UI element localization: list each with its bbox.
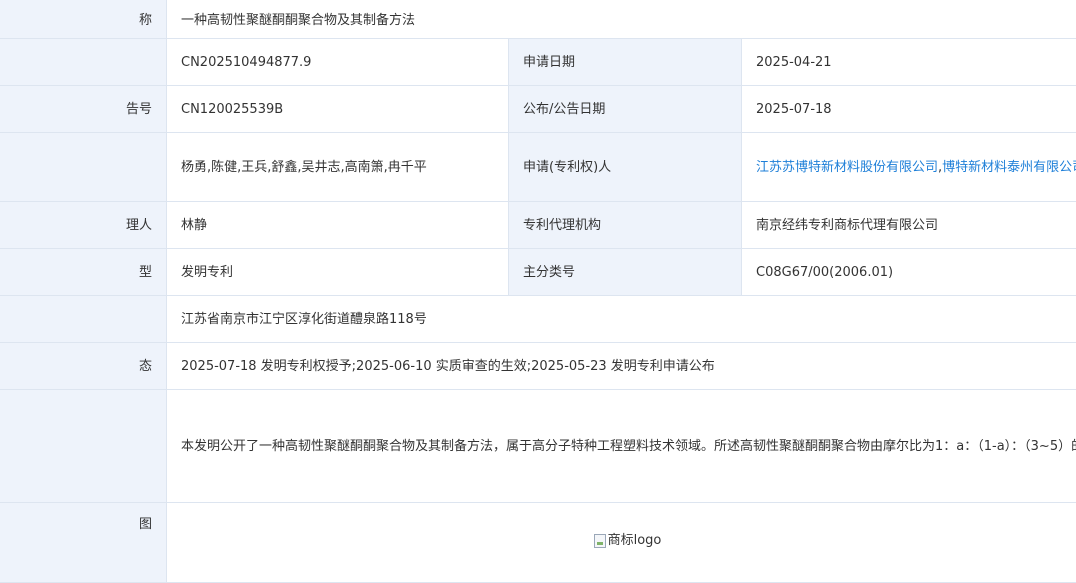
row-publication: 告号 CN120025539B 公布/公告日期 2025-07-18	[0, 86, 1076, 133]
value-main-class: C08G67/00(2006.01)	[742, 249, 1076, 296]
row-status: 态 2025-07-18 发明专利权授予;2025-06-10 实质审查的生效;…	[0, 343, 1076, 390]
value-abstract: 本发明公开了一种高韧性聚醚酮酮聚合物及其制备方法，属于高分子特种工程塑料技术领域…	[167, 390, 1076, 503]
row-agent: 理人 林静 专利代理机构 南京经纬专利商标代理有限公司	[0, 202, 1076, 249]
label-main-class: 主分类号	[509, 249, 742, 296]
value-publication-date: 2025-07-18	[742, 86, 1076, 133]
value-agent: 林静	[167, 202, 509, 249]
label-figure: 图	[0, 503, 167, 583]
value-application-number: CN202510494877.9	[167, 39, 509, 86]
label-abstract	[0, 390, 167, 503]
row-address: 江苏省南京市江宁区淳化街道醴泉路118号	[0, 296, 1076, 343]
value-legal-status: 2025-07-18 发明专利权授予;2025-06-10 实质审查的生效;20…	[167, 343, 1076, 390]
value-application-date: 2025-04-21	[742, 39, 1076, 86]
value-patent-type: 发明专利	[167, 249, 509, 296]
label-publication-date: 公布/公告日期	[509, 86, 742, 133]
label-inventors	[0, 133, 167, 202]
applicant-link-1[interactable]: 江苏苏博特新材料股份有限公司	[756, 160, 938, 175]
label-application-date: 申请日期	[509, 39, 742, 86]
broken-image-icon	[594, 534, 606, 548]
row-title: 称 一种高韧性聚醚酮酮聚合物及其制备方法	[0, 0, 1076, 39]
value-publication-number: CN120025539B	[167, 86, 509, 133]
value-title: 一种高韧性聚醚酮酮聚合物及其制备方法	[167, 0, 1076, 39]
row-type: 型 发明专利 主分类号 C08G67/00(2006.01)	[0, 249, 1076, 296]
value-applicant: 江苏苏博特新材料股份有限公司,博特新材料泰州有限公司	[742, 133, 1076, 202]
row-abstract: 本发明公开了一种高韧性聚醚酮酮聚合物及其制备方法，属于高分子特种工程塑料技术领域…	[0, 390, 1076, 503]
label-address	[0, 296, 167, 343]
value-agency: 南京经纬专利商标代理有限公司	[742, 202, 1076, 249]
value-inventors: 杨勇,陈健,王兵,舒鑫,吴井志,高南箫,冉千平	[167, 133, 509, 202]
label-legal-status: 态	[0, 343, 167, 390]
row-application: CN202510494877.9 申请日期 2025-04-21	[0, 39, 1076, 86]
label-publication-number: 告号	[0, 86, 167, 133]
row-inventors: 杨勇,陈健,王兵,舒鑫,吴井志,高南箫,冉千平 申请(专利权)人 江苏苏博特新材…	[0, 133, 1076, 202]
label-agency: 专利代理机构	[509, 202, 742, 249]
label-agent: 理人	[0, 202, 167, 249]
label-title: 称	[0, 0, 167, 39]
label-application-number	[0, 39, 167, 86]
row-figure: 图 商标logo	[0, 503, 1076, 583]
label-patent-type: 型	[0, 249, 167, 296]
label-applicant: 申请(专利权)人	[509, 133, 742, 202]
applicant-link-2[interactable]: 博特新材料泰州有限公司	[942, 160, 1076, 175]
patent-info-table: 称 一种高韧性聚醚酮酮聚合物及其制备方法 CN202510494877.9 申请…	[0, 0, 1076, 583]
value-address: 江苏省南京市江宁区淳化街道醴泉路118号	[167, 296, 1076, 343]
figure-cell: 商标logo	[167, 503, 1076, 583]
